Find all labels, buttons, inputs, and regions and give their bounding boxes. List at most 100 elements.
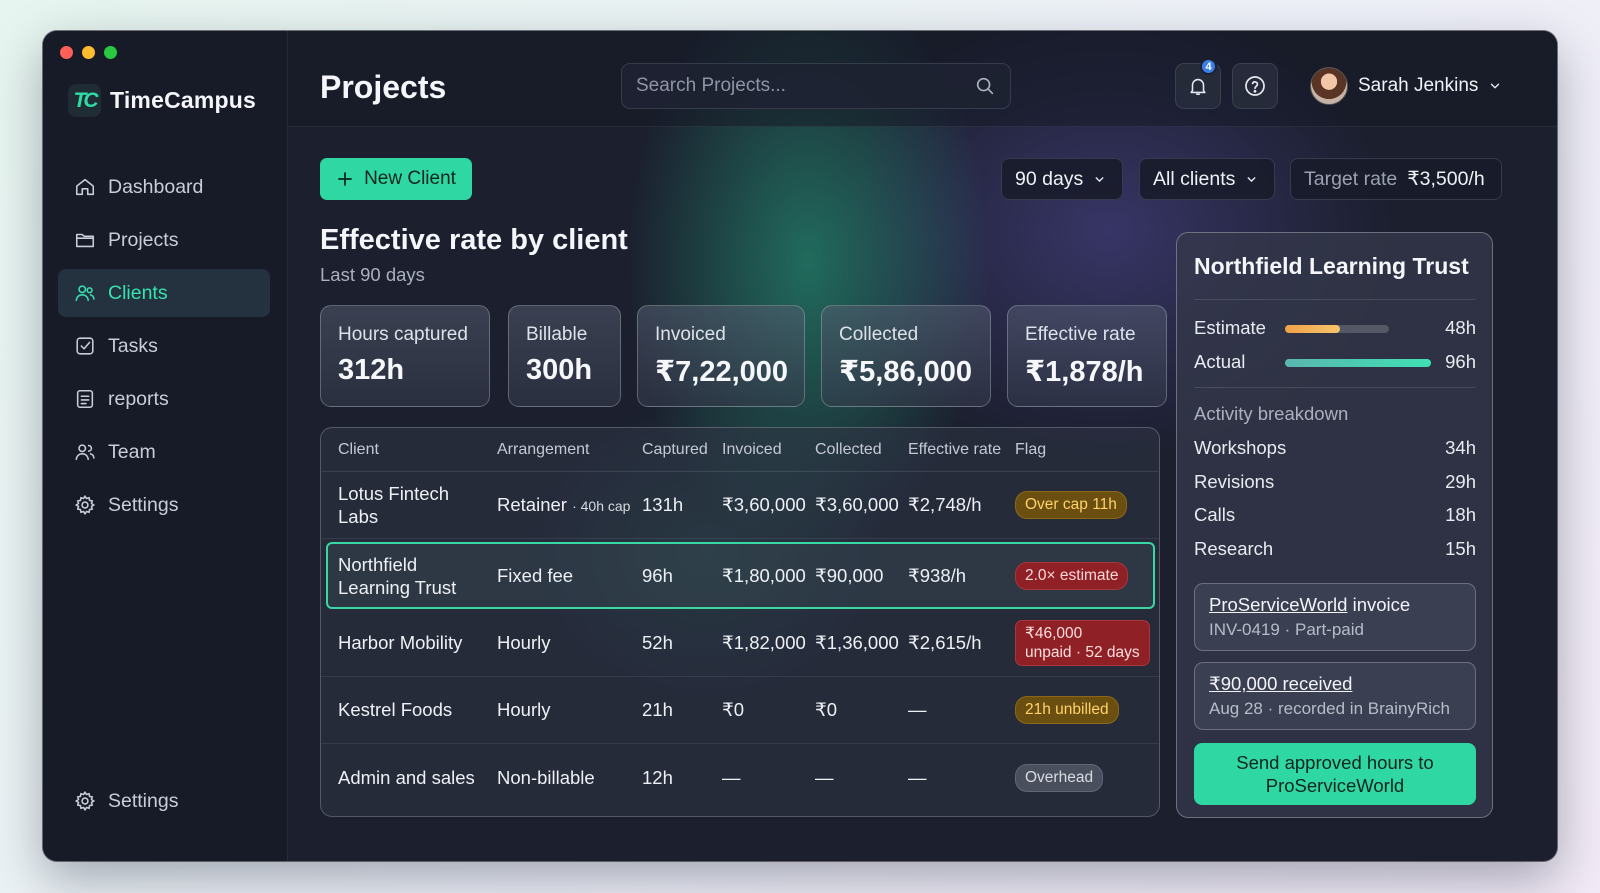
gear-icon (74, 494, 96, 516)
brand[interactable]: TC TimeCampus (68, 84, 256, 117)
notifications-button[interactable]: 4 (1175, 58, 1221, 109)
zoom-window-button[interactable] (104, 46, 117, 59)
actual-label: Actual (1194, 351, 1246, 372)
sidebar-item-label: Team (108, 440, 156, 463)
gear-icon (74, 790, 96, 812)
invoice-link[interactable]: ProServiceWorld (1209, 594, 1347, 615)
status-badge: ₹46,000 unpaid · 52 days (1015, 619, 1150, 666)
cell-invoiced: — (722, 766, 741, 788)
sidebar-item-tasks[interactable]: Tasks (58, 322, 270, 370)
column-header-captured[interactable]: Captured (642, 441, 708, 459)
chevron-down-icon (1095, 176, 1104, 182)
search-input[interactable]: Search Projects... (636, 75, 786, 97)
table-row-admin-and-sales[interactable]: Admin and sales Non-billable 12h — — — O… (321, 744, 1159, 811)
sidebar-item-label: Dashboard (108, 175, 204, 198)
sidebar-item-label: Settings (108, 789, 179, 812)
target-rate-field[interactable]: Target rate ₹3,500/h (1290, 158, 1502, 200)
cell-collected: ₹0 (815, 699, 838, 720)
breakdown-value: 15h (1445, 538, 1476, 559)
kpi-value: ₹1,878/h (1025, 356, 1144, 388)
actual-progress-fill (1285, 359, 1431, 367)
help-button[interactable] (1232, 63, 1278, 109)
cell-captured: 21h (642, 699, 673, 720)
column-header-arrangement[interactable]: Arrangement (497, 441, 590, 459)
app-window: TC TimeCampus Dashboard Projects Clients… (43, 31, 1557, 861)
payment-card[interactable]: ₹90,000 received Aug 28 · recorded in Br… (1194, 662, 1476, 730)
breakdown-label: Workshops (1194, 437, 1287, 458)
sidebar-item-label: Tasks (108, 334, 158, 357)
cell-invoiced: ₹1,82,000 (722, 631, 806, 653)
cell-invoiced: ₹3,60,000 (722, 494, 806, 515)
breakdown-item-research: Research 15h (1194, 538, 1476, 560)
kpi-label: Billable (526, 324, 588, 345)
breakdown-value: 29h (1445, 471, 1476, 492)
avatar (1310, 67, 1348, 105)
arrangement-text: Retainer (497, 494, 567, 515)
cell-effective-rate: — (908, 766, 927, 788)
bell-icon (1190, 78, 1206, 96)
sidebar-item-clients[interactable]: Clients (58, 269, 270, 317)
table-row-lotus-fintech-labs[interactable]: Lotus Fintech Labs Retainer · 40h cap 13… (321, 472, 1159, 539)
new-client-button[interactable]: New Client (320, 158, 472, 200)
payment-link[interactable]: ₹90,000 received (1209, 673, 1352, 694)
divider (1194, 387, 1476, 388)
cell-effective-rate: ₹938/h (908, 564, 967, 586)
sidebar-item-projects[interactable]: Projects (58, 216, 270, 264)
user-menu[interactable]: Sarah Jenkins (1310, 67, 1502, 105)
new-client-label: New Client (364, 168, 456, 189)
column-header-invoiced[interactable]: Invoiced (722, 441, 782, 459)
sidebar-item-label: Projects (108, 228, 179, 251)
column-header-effective-rate[interactable]: Effective rate (908, 441, 1001, 459)
invoice-card[interactable]: ProServiceWorld invoice INV-0419 · Part-… (1194, 583, 1476, 651)
cell-captured: 96h (642, 564, 673, 586)
section-title: Effective rate by client (320, 224, 628, 256)
chevron-down-icon (1247, 176, 1256, 182)
estimate-row: Estimate 48h (1194, 317, 1476, 339)
breakdown-value: 34h (1445, 437, 1476, 458)
invoice-title-rest: invoice (1347, 594, 1411, 615)
cell-captured: 52h (642, 631, 673, 653)
table-row-harbor-mobility[interactable]: Harbor Mobility Hourly 52h ₹1,82,000 ₹1,… (321, 609, 1159, 677)
status-badge: 21h unbilled (1015, 696, 1119, 724)
cell-client: Northfield Learning Trust (338, 553, 457, 598)
estimate-progress-fill (1285, 325, 1341, 333)
send-approved-hours-button[interactable]: Send approved hours to ProServiceWorld (1194, 743, 1476, 805)
table-row-northfield-learning-trust[interactable]: Northfield Learning Trust Fixed fee 96h … (326, 542, 1155, 609)
column-header-collected[interactable]: Collected (815, 441, 882, 459)
breakdown-title: Activity breakdown (1194, 403, 1349, 424)
top-bar: Projects Search Projects... 4 Sarah Jenk… (288, 31, 1557, 127)
clients-filter-dropdown[interactable]: All clients (1139, 158, 1275, 200)
range-dropdown[interactable]: 90 days (1001, 158, 1123, 200)
sidebar-item-team[interactable]: Team (58, 428, 270, 476)
actual-row: Actual 96h (1194, 351, 1476, 373)
column-header-flag[interactable]: Flag (1015, 441, 1046, 459)
breakdown-item-calls: Calls 18h (1194, 504, 1476, 526)
notification-count-badge: 4 (1200, 58, 1217, 75)
search-icon[interactable] (974, 75, 996, 97)
sidebar-item-dashboard[interactable]: Dashboard (58, 163, 270, 211)
cell-client: Kestrel Foods (338, 699, 453, 720)
table-row-kestrel-foods[interactable]: Kestrel Foods Hourly 21h ₹0 ₹0 — 21h unb… (321, 677, 1159, 744)
kpi-card-collected: Collected ₹5,86,000 (821, 305, 991, 407)
app-name: TimeCampus (110, 87, 257, 113)
kpi-value: ₹7,22,000 (655, 356, 789, 388)
status-badge: Over cap 11h (1015, 491, 1127, 519)
breakdown-label: Research (1194, 538, 1274, 559)
column-header-client[interactable]: Client (338, 441, 379, 459)
close-window-button[interactable] (60, 46, 73, 59)
minimize-window-button[interactable] (82, 46, 95, 59)
range-value: 90 days (1015, 167, 1084, 190)
sidebar-item-settings-bottom[interactable]: Settings (58, 777, 270, 825)
cell-effective-rate: — (908, 699, 927, 720)
sidebar-item-settings[interactable]: Settings (58, 481, 270, 529)
plus-icon (338, 172, 352, 186)
search-bar[interactable]: Search Projects... (621, 63, 1011, 109)
sidebar-item-label: Settings (108, 493, 179, 516)
kpi-label: Collected (839, 324, 919, 345)
sidebar-item-reports[interactable]: reports (58, 375, 270, 423)
cell-invoiced: ₹1,80,000 (722, 564, 806, 586)
sidebar-nav: Dashboard Projects Clients Tasks reports… (58, 163, 270, 534)
breakdown-value: 18h (1445, 504, 1476, 525)
payment-card-title: ₹90,000 received (1209, 673, 1461, 695)
status-badge: 2.0× estimate (1015, 561, 1129, 590)
